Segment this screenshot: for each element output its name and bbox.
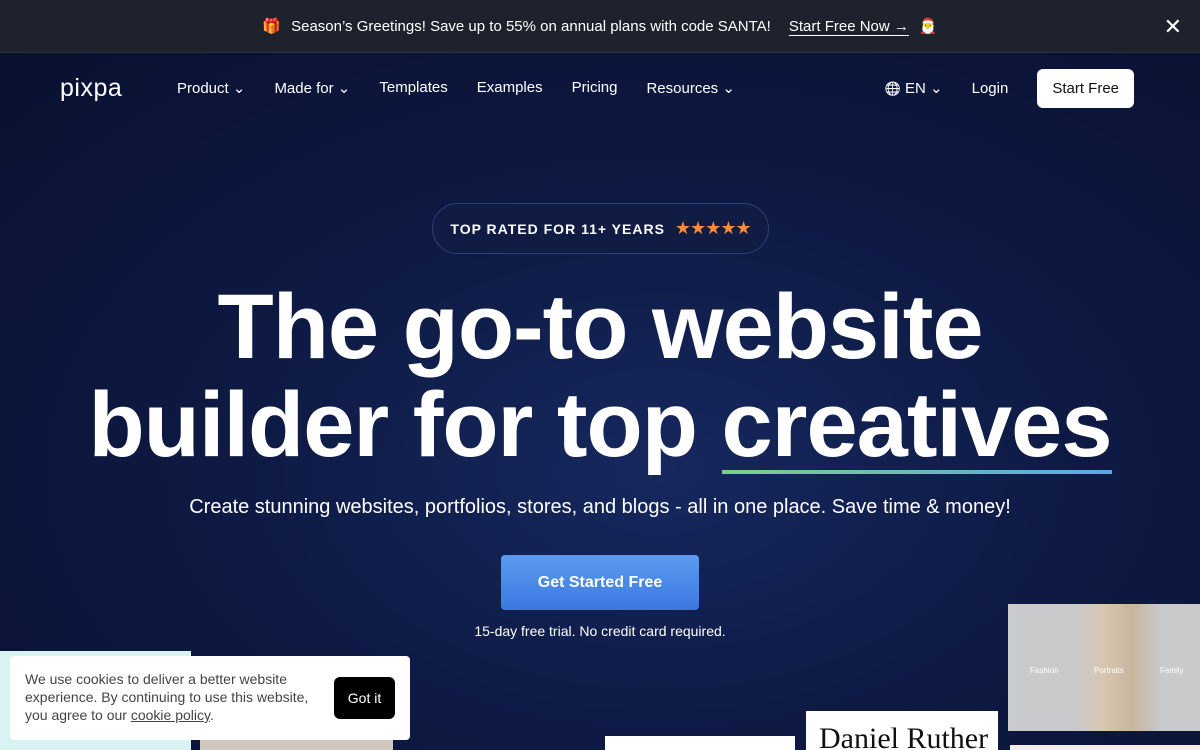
badge-text: TOP RATED FOR 11+ YEARS: [450, 220, 665, 237]
nav-examples[interactable]: Examples: [477, 79, 543, 97]
title-highlight: creatives: [721, 374, 1113, 476]
promo-link[interactable]: Start Free Now →: [789, 18, 909, 35]
language-selector[interactable]: 🌐 EN ⌄: [885, 79, 943, 97]
got-it-button[interactable]: Got it: [334, 677, 395, 719]
template-thumb-daniel: Daniel Ruther: [806, 711, 998, 750]
photo-label: Fashion: [1030, 666, 1059, 675]
nav-resources[interactable]: Resources ⌄: [646, 79, 734, 97]
nav-made-for[interactable]: Made for ⌄: [274, 79, 350, 97]
language-label: EN ⌄: [905, 80, 943, 97]
template-thumb-5: [1010, 745, 1200, 750]
nav-templates[interactable]: Templates: [379, 79, 447, 97]
title-line-1: The go-to website: [217, 276, 984, 378]
hero-title: The go-to website builder for top creati…: [0, 278, 1200, 474]
globe-icon: 🌐: [884, 81, 901, 96]
template-thumb-3: [605, 736, 795, 750]
photo-label: Portraits: [1094, 666, 1124, 675]
cookie-text-end: .: [209, 707, 214, 723]
nav-product[interactable]: Product ⌄: [177, 79, 245, 97]
star-icons: ★★★★★: [674, 218, 752, 238]
nav-pricing[interactable]: Pricing: [572, 79, 618, 97]
rating-badge: TOP RATED FOR 11+ YEARS ★★★★★: [432, 203, 769, 254]
template-thumb-photo: Fashion Portraits Family: [1008, 604, 1200, 731]
thumb-name: Daniel Ruther: [819, 722, 989, 750]
gift-icon: 🎁: [262, 18, 282, 35]
login-link[interactable]: Login: [972, 80, 1009, 97]
get-started-button[interactable]: Get Started Free: [501, 555, 699, 610]
promo-text: Season’s Greetings! Save up to 55% on an…: [291, 17, 771, 35]
close-icon[interactable]: ✕: [1164, 14, 1182, 40]
title-line-2: builder for top: [88, 374, 722, 476]
cookie-policy-link[interactable]: cookie policy: [131, 707, 210, 723]
main-nav: pixpa Product ⌄ Made for ⌄ Templates Exa…: [0, 67, 1200, 109]
promo-banner: 🎁 Season’s Greetings! Save up to 55% on …: [0, 0, 1200, 53]
santa-icon: 🎅: [918, 18, 938, 35]
logo[interactable]: pixpa: [60, 74, 122, 103]
start-free-button[interactable]: Start Free: [1037, 68, 1134, 108]
photo-label: Family: [1160, 666, 1184, 675]
hero-subtitle: Create stunning websites, portfolios, st…: [189, 496, 1011, 518]
cookie-banner: We use cookies to deliver a better websi…: [10, 656, 410, 740]
